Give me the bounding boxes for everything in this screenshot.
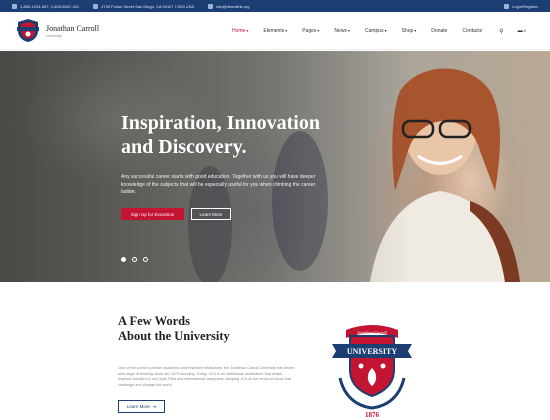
hero-overlay bbox=[0, 51, 550, 282]
slider-dot[interactable] bbox=[143, 257, 148, 262]
slider-pagination bbox=[121, 257, 154, 262]
brand-subtitle: University bbox=[46, 34, 62, 38]
hero-slider: Inspiration, Innovation and Discovery. A… bbox=[0, 51, 550, 282]
site-header: Jonathan Carroll University Home▾ Elemen… bbox=[0, 12, 550, 50]
slider-dot[interactable] bbox=[121, 257, 126, 262]
about-title-line: About the University bbox=[118, 329, 230, 343]
slider-dot[interactable] bbox=[132, 257, 137, 262]
university-crest-image: Jonathan Carroll UNIVERSITY 1876 bbox=[332, 325, 412, 418]
nav-label: Campus bbox=[364, 28, 384, 34]
cart-icon[interactable]: ▬0 bbox=[518, 28, 526, 34]
nav-label: Elements bbox=[263, 28, 285, 34]
chevron-down-icon: ▾ bbox=[246, 28, 249, 33]
brand[interactable]: Jonathan Carroll University bbox=[46, 24, 99, 38]
chevron-down-icon: ▾ bbox=[285, 28, 288, 33]
nav-item-home[interactable]: Home▾ bbox=[232, 28, 248, 34]
nav-label: Pages bbox=[302, 28, 317, 34]
crest-year: 1876 bbox=[365, 411, 380, 418]
chevron-down-icon: ▾ bbox=[384, 28, 387, 33]
sign-up-excursion-button[interactable]: Sign Up for Excursion bbox=[121, 208, 184, 220]
email-info[interactable]: info@demolink.org bbox=[208, 3, 249, 9]
nav-label: News bbox=[334, 28, 347, 34]
chevron-down-icon: ▾ bbox=[347, 28, 350, 33]
arrow-right-icon: ➜ bbox=[152, 404, 157, 409]
cart-count: 0 bbox=[523, 28, 526, 33]
search-icon[interactable]: ⚲ bbox=[499, 28, 503, 35]
login-register-link[interactable]: Login/Register bbox=[504, 3, 538, 9]
nav-item-elements[interactable]: Elements▾ bbox=[263, 28, 287, 34]
nav-label: Donate bbox=[431, 28, 448, 34]
login-register-text[interactable]: Login/Register bbox=[512, 4, 538, 9]
nav-item-campus[interactable]: Campus▾ bbox=[365, 28, 387, 34]
crest-top-text: Jonathan Carroll bbox=[357, 330, 388, 335]
phone-text: 1-800-1234-567, 1-800-6547-321 bbox=[20, 3, 80, 9]
button-label: Learn More bbox=[126, 404, 150, 409]
hero-learn-more-button[interactable]: Learn More bbox=[191, 208, 231, 220]
nav-label: Shop bbox=[401, 28, 414, 34]
university-logo-icon[interactable] bbox=[16, 18, 40, 43]
phone-info: 1-800-1234-567, 1-800-6547-321 bbox=[12, 3, 80, 9]
mail-icon bbox=[208, 3, 214, 9]
top-info-bar: 1-800-1234-567, 1-800-6547-321 2730 Fult… bbox=[0, 0, 550, 12]
address-text: 2730 Fulton Street San Diego, CA 94117 7… bbox=[101, 3, 195, 9]
hero-description: Any successful career starts with good e… bbox=[121, 174, 316, 195]
brand-name[interactable]: Jonathan Carroll bbox=[46, 24, 99, 33]
nav-item-contacts[interactable]: Contacts bbox=[462, 28, 482, 34]
email-link[interactable]: info@demolink.org bbox=[216, 4, 249, 9]
hero-title: Inspiration, Innovation and Discovery. bbox=[121, 111, 320, 159]
hero-title-line: and Discovery. bbox=[121, 136, 247, 158]
nav-item-donate[interactable]: Donate bbox=[431, 28, 447, 34]
chevron-down-icon: ▾ bbox=[414, 28, 417, 33]
about-text: One of the world's premier academic and … bbox=[118, 366, 295, 387]
nav-item-news[interactable]: News▾ bbox=[334, 28, 350, 34]
user-icon bbox=[504, 3, 510, 9]
main-nav: Home▾ Elements▾ Pages▾ News▾ Campus▾ Sho… bbox=[232, 12, 526, 50]
phone-icon bbox=[12, 3, 17, 9]
about-learn-more-button[interactable]: Learn More ➜ bbox=[118, 400, 165, 413]
hero-title-line: Inspiration, Innovation bbox=[121, 112, 320, 134]
location-icon bbox=[93, 3, 99, 9]
nav-item-pages[interactable]: Pages▾ bbox=[302, 28, 319, 34]
address-info: 2730 Fulton Street San Diego, CA 94117 7… bbox=[93, 3, 195, 9]
about-title-line: A Few Words bbox=[118, 314, 190, 328]
nav-label: Home bbox=[232, 28, 246, 34]
crest-banner-text: UNIVERSITY bbox=[347, 347, 397, 356]
chevron-down-icon: ▾ bbox=[317, 28, 320, 33]
nav-icons: ⚲ ▬0 bbox=[499, 28, 526, 35]
nav-label: Contacts bbox=[462, 28, 483, 34]
about-title: A Few Words About the University bbox=[118, 314, 230, 344]
nav-item-shop[interactable]: Shop▾ bbox=[402, 28, 417, 34]
